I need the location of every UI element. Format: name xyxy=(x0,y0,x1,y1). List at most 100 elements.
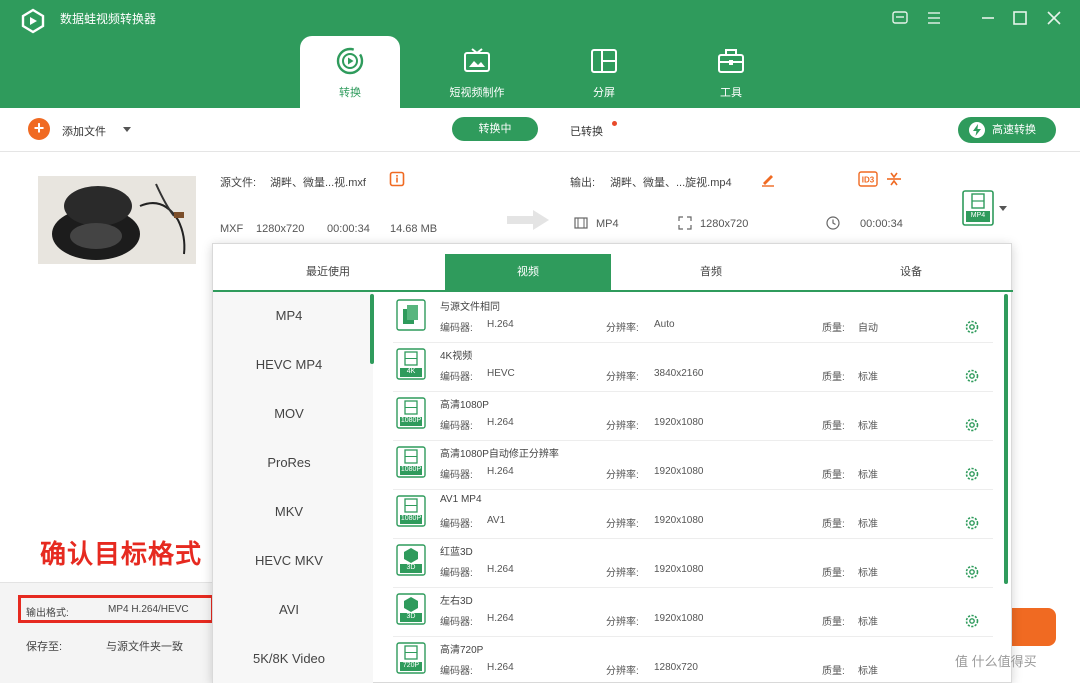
preset-badge: 1080P xyxy=(400,417,422,424)
clock-icon xyxy=(826,216,840,230)
preset-row[interactable]: 1080P 高清1080P自动修正分辨率 编码器: H.264 分辨率: 192… xyxy=(393,441,993,490)
preset-row[interactable]: 3D 红蓝3D 编码器: H.264 分辨率: 1920x1080 质量: 标准 xyxy=(393,539,993,588)
preset-badge: 3D xyxy=(406,613,416,620)
preset-name: 高清1080P自动修正分辨率 xyxy=(440,449,559,460)
fast-convert-button[interactable]: 高速转换 xyxy=(958,117,1056,143)
format-item-avi[interactable]: AVI xyxy=(213,602,365,617)
quality-value: 标准 xyxy=(858,666,878,677)
split-icon[interactable] xyxy=(886,171,902,187)
format-chevron-down-icon[interactable] xyxy=(998,204,1008,212)
video-thumbnail[interactable] xyxy=(38,176,196,264)
source-size: 14.68 MB xyxy=(390,223,438,235)
output-duration: 00:00:34 xyxy=(860,218,903,230)
3d-cube-icon: 3D xyxy=(396,544,426,576)
gear-icon[interactable] xyxy=(963,465,981,483)
format-item-hevc-mp4[interactable]: HEVC MP4 xyxy=(213,357,365,372)
quality-label: 质量: xyxy=(822,470,845,481)
gear-icon[interactable] xyxy=(963,367,981,385)
popup-tab-device[interactable]: 设备 xyxy=(811,254,1011,290)
tab-short-video-label: 短视频制作 xyxy=(449,87,505,99)
resolution-value: Auto xyxy=(654,319,675,330)
preset-name: 高清720P xyxy=(440,645,484,656)
preset-row[interactable]: 3D 左右3D 编码器: H.264 分辨率: 1920x1080 质量: 标准 xyxy=(393,588,993,637)
same-as-source-icon xyxy=(396,299,426,331)
preset-badge: 4K xyxy=(406,368,416,375)
resolution-label: 分辨率: xyxy=(606,470,639,481)
resolution-value: 1920x1080 xyxy=(654,466,704,477)
tab-tools[interactable]: 工具 xyxy=(681,36,781,108)
tab-convert-label: 转换 xyxy=(339,87,361,99)
toolbar xyxy=(0,108,1080,152)
feedback-icon[interactable] xyxy=(890,8,910,28)
preset-row[interactable]: 4K 4K视频 编码器: HEVC 分辨率: 3840x2160 质量: 标准 xyxy=(393,343,993,392)
quality-label: 质量: xyxy=(822,323,845,334)
format-item-mkv[interactable]: MKV xyxy=(213,504,365,519)
resolution-label: 分辨率: xyxy=(606,568,639,579)
gear-icon[interactable] xyxy=(963,416,981,434)
format-item-hevc-mkv[interactable]: HEVC MKV xyxy=(213,553,365,568)
add-file-button[interactable]: 添加文件 xyxy=(62,123,106,139)
chevron-down-icon[interactable] xyxy=(122,125,132,133)
resolution-value: 1280x720 xyxy=(654,662,698,673)
output-format-icon[interactable]: MP4 xyxy=(962,190,994,226)
resolution-value: 3840x2160 xyxy=(654,368,704,379)
tab-short-video[interactable]: 短视频制作 xyxy=(427,36,527,108)
preset-row[interactable]: 720P 高清720P 编码器: H.264 分辨率: 1280x720 质量:… xyxy=(393,637,993,683)
encoder-value: AV1 xyxy=(487,515,506,526)
source-format: MXF xyxy=(220,223,244,235)
encoder-label: 编码器: xyxy=(440,666,473,677)
annotation-text: 确认目标格式 xyxy=(40,539,203,569)
encoder-value: H.264 xyxy=(487,417,514,428)
converting-tab-button[interactable]: 转换中 xyxy=(452,117,538,141)
encoder-label: 编码器: xyxy=(440,470,473,481)
resolution-label: 分辨率: xyxy=(606,421,639,432)
gear-icon[interactable] xyxy=(963,612,981,630)
gear-icon[interactable] xyxy=(963,514,981,532)
gear-icon[interactable] xyxy=(963,563,981,581)
add-file-icon[interactable]: + xyxy=(28,118,50,140)
id3-icon[interactable]: ID3 xyxy=(858,171,878,187)
format-item-5k8k-video[interactable]: 5K/8K Video xyxy=(213,651,365,666)
encoder-label: 编码器: xyxy=(440,372,473,383)
resolution-value: 1920x1080 xyxy=(654,613,704,624)
video-file-icon: 1080P xyxy=(396,446,426,478)
close-icon[interactable] xyxy=(1044,8,1064,28)
toolbox-icon xyxy=(716,46,746,76)
minimize-icon[interactable] xyxy=(978,8,998,28)
menu-icon[interactable] xyxy=(924,8,944,28)
source-resolution: 1280x720 xyxy=(256,223,305,235)
maximize-icon[interactable] xyxy=(1010,8,1030,28)
save-to-value[interactable]: 与源文件夹一致 xyxy=(106,638,183,654)
quality-value: 标准 xyxy=(858,617,878,628)
output-file-name: 湖畔、微量、...旋视.mp4 xyxy=(610,177,732,189)
preset-row[interactable]: 1080P 高清1080P 编码器: H.264 分辨率: 1920x1080 … xyxy=(393,392,993,441)
gear-icon[interactable] xyxy=(963,318,981,336)
output-resolution: 1280x720 xyxy=(700,218,749,230)
resolution-label: 分辨率: xyxy=(606,617,639,628)
format-item-mov[interactable]: MOV xyxy=(213,406,365,421)
tab-convert[interactable]: 转换 xyxy=(300,36,400,108)
format-list-scrollbar[interactable] xyxy=(370,294,374,364)
format-item-prores[interactable]: ProRes xyxy=(213,455,365,470)
preset-row[interactable]: 与源文件相同 编码器: H.264 分辨率: Auto 质量: 自动 xyxy=(393,294,993,343)
preset-list-scrollbar[interactable] xyxy=(1004,294,1008,584)
resolution-value: 1920x1080 xyxy=(654,417,704,428)
quality-label: 质量: xyxy=(822,372,845,383)
info-icon[interactable] xyxy=(389,171,405,187)
tv-icon xyxy=(462,46,492,76)
encoder-value: HEVC xyxy=(487,368,515,379)
format-item-mp4[interactable]: MP4 xyxy=(213,308,365,323)
watermark: 值 什么值得买 xyxy=(955,654,1037,669)
source-duration: 00:00:34 xyxy=(327,223,370,235)
resolution-value: 1920x1080 xyxy=(654,564,704,575)
convert-all-button[interactable] xyxy=(1012,608,1056,646)
edit-icon[interactable] xyxy=(760,171,776,187)
popup-tab-video[interactable]: 视频 xyxy=(445,254,611,290)
popup-tab-recent[interactable]: 最近使用 xyxy=(213,254,443,290)
tab-split-screen[interactable]: 分屏 xyxy=(554,36,654,108)
preset-row[interactable]: 1080P AV1 MP4 编码器: AV1 分辨率: 1920x1080 质量… xyxy=(393,490,993,539)
encoder-label: 编码器: xyxy=(440,519,473,530)
video-file-icon: 1080P xyxy=(396,495,426,527)
popup-tab-audio[interactable]: 音频 xyxy=(611,254,811,290)
converted-tab-button[interactable]: 已转换 xyxy=(570,123,603,139)
